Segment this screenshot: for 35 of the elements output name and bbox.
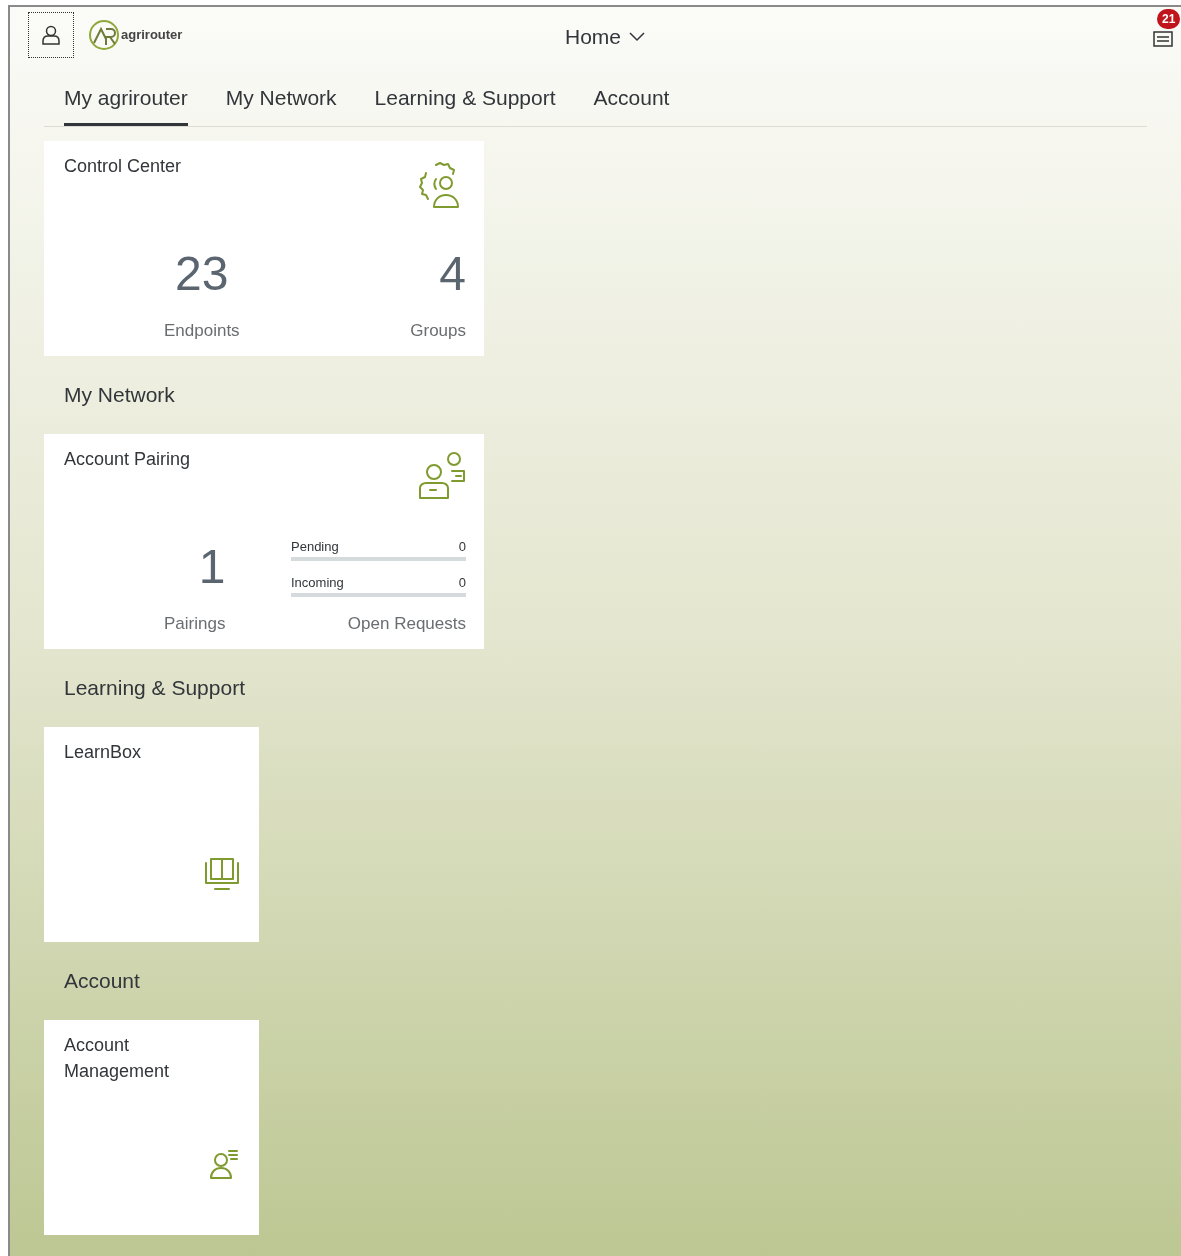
section-heading: My Network [63,381,176,408]
tab[interactable]: Learning & Support [374,82,556,126]
section-heading: Learning & Support [63,674,246,701]
tile[interactable]: LearnBox [44,726,259,942]
tab[interactable]: Account [593,82,670,126]
tile-title: Control Center [64,154,183,178]
chevron-down-icon [629,31,646,42]
tile[interactable]: Account Management [44,1019,259,1235]
section-heading: Account [63,967,141,994]
tile[interactable]: Control Center 23 Endpoints 4 Groups [44,140,484,356]
tab[interactable]: My Network [225,82,337,126]
stat-label: Pairings [164,613,226,635]
request-label: Pending [291,539,339,555]
request-count: 0 [458,575,466,591]
tile-title: Account Management [64,1033,171,1083]
stat-value: 1 [198,539,226,595]
stat-label: Endpoints [164,320,240,342]
tab[interactable]: My agrirouter [64,82,188,126]
logo-text: agrirouter [121,25,183,44]
request-label: Incoming [291,575,344,591]
user-icon [42,24,60,45]
notification-badge: 21 [1157,9,1181,29]
tile-title: LearnBox [64,740,143,764]
home-dropdown[interactable]: Home [565,21,646,53]
people-icon [416,449,468,502]
tile[interactable]: Account Pairing 1 Pairings Pending 0 Incoming 0 Open Requests [44,433,484,649]
tile-title: Account Pairing [64,447,192,471]
requests-label: Open Requests [347,613,466,635]
request-count: 0 [458,539,466,555]
stat-label: Groups [410,320,466,342]
person-list-icon [209,1147,241,1180]
user-button[interactable] [28,11,74,58]
stat-value: 23 [175,246,229,302]
stat-value: 4 [439,246,466,302]
logo-icon [88,18,120,51]
